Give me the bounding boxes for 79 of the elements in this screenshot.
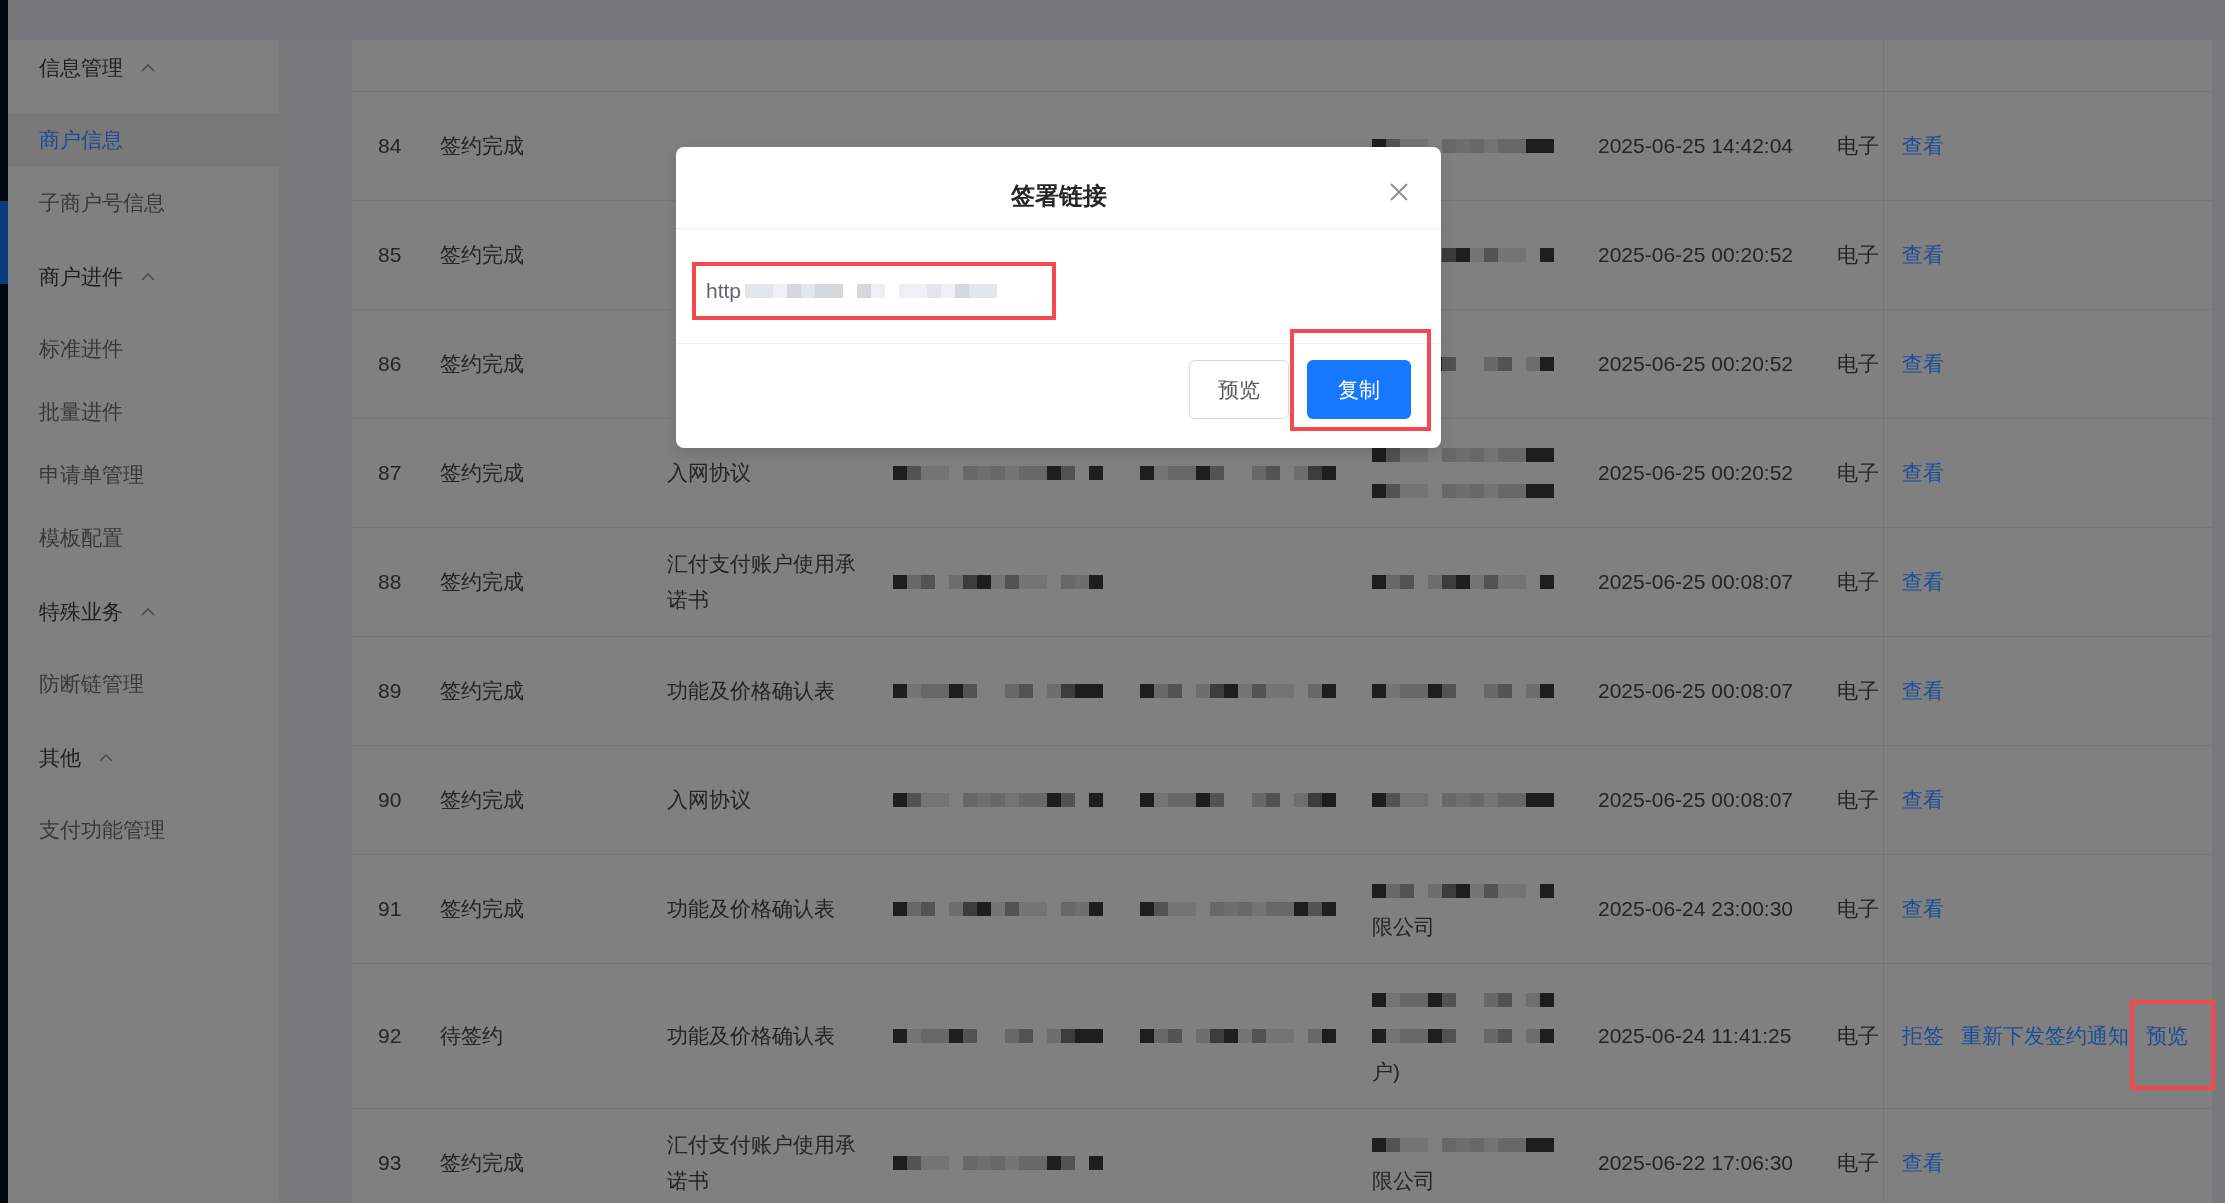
menu-group[interactable]: 商户进件 xyxy=(8,251,279,303)
row-number: 84 xyxy=(378,133,402,159)
status-text: 签约完成 xyxy=(440,787,524,813)
menu-group[interactable]: 特殊业务 xyxy=(8,586,279,638)
document-name: 功能及价格确认表 xyxy=(667,896,836,922)
action-link[interactable]: 查看 xyxy=(1902,1145,1944,1181)
timestamp: 2025-06-25 00:20:52 xyxy=(1598,460,1793,486)
menu-item[interactable]: 防断链管理 xyxy=(8,658,279,710)
status-text: 签约完成 xyxy=(440,133,524,159)
menu-item[interactable]: 申请单管理 xyxy=(8,449,279,501)
action-link[interactable]: 查看 xyxy=(1902,455,1944,491)
type-text: 电子 xyxy=(1837,242,1879,268)
link-input-field[interactable]: http xyxy=(692,262,1056,320)
timestamp: 2025-06-25 00:08:07 xyxy=(1598,787,1793,813)
action-link[interactable]: 查看 xyxy=(1902,782,1944,818)
document-name: 汇付支付账户使用承诺书 xyxy=(667,551,857,613)
type-text: 电子 xyxy=(1837,1023,1879,1049)
status-text: 签约完成 xyxy=(440,242,524,268)
type-text: 电子 xyxy=(1837,787,1879,813)
timestamp: 2025-06-25 00:20:52 xyxy=(1598,242,1793,268)
menu-item[interactable]: 商户信息 xyxy=(8,114,279,166)
action-link[interactable]: 预览 xyxy=(2146,1018,2188,1054)
type-text: 电子 xyxy=(1837,896,1879,922)
status-text: 待签约 xyxy=(440,1023,503,1049)
merchant-name: 限公司 xyxy=(1372,914,1435,940)
type-text: 电子 xyxy=(1837,133,1879,159)
status-text: 签约完成 xyxy=(440,351,524,377)
row-number: 90 xyxy=(378,787,402,813)
type-text: 电子 xyxy=(1837,678,1879,704)
type-text: 电子 xyxy=(1837,460,1879,486)
type-text: 电子 xyxy=(1837,569,1879,595)
menu-item[interactable]: 标准进件 xyxy=(8,323,279,375)
timestamp: 2025-06-25 00:08:07 xyxy=(1598,569,1793,595)
action-link[interactable]: 查看 xyxy=(1902,237,1944,273)
action-link[interactable]: 查看 xyxy=(1902,128,1944,164)
row-number: 85 xyxy=(378,242,402,268)
timestamp: 2025-06-25 14:42:04 xyxy=(1598,133,1793,159)
document-name: 汇付支付账户使用承诺书 xyxy=(667,1132,857,1194)
action-link[interactable]: 拒签 xyxy=(1902,1018,1944,1054)
merchant-name: 限公司 xyxy=(1372,1168,1435,1194)
row-number: 87 xyxy=(378,460,402,486)
timestamp: 2025-06-25 00:20:52 xyxy=(1598,351,1793,377)
close-icon[interactable] xyxy=(1390,183,1408,201)
timestamp: 2025-06-25 00:08:07 xyxy=(1598,678,1793,704)
timestamp: 2025-06-24 11:41:25 xyxy=(1598,1023,1792,1049)
action-link[interactable]: 查看 xyxy=(1902,346,1944,382)
document-name: 功能及价格确认表 xyxy=(667,678,836,704)
row-number: 91 xyxy=(378,896,402,922)
status-text: 签约完成 xyxy=(440,460,524,486)
type-text: 电子 xyxy=(1837,1150,1879,1176)
row-number: 89 xyxy=(378,678,402,704)
dialog-title: 签署链接 xyxy=(1010,181,1107,211)
status-text: 签约完成 xyxy=(440,1150,524,1176)
menu-group[interactable]: 其他 xyxy=(8,732,279,784)
timestamp: 2025-06-22 17:06:30 xyxy=(1598,1150,1793,1176)
primary-button[interactable]: 复制 xyxy=(1307,360,1411,419)
document-name: 入网协议 xyxy=(667,787,752,813)
status-text: 签约完成 xyxy=(440,896,524,922)
menu-item[interactable]: 支付功能管理 xyxy=(8,804,279,856)
row-number: 93 xyxy=(378,1150,402,1176)
timestamp: 2025-06-24 23:00:30 xyxy=(1598,896,1793,922)
row-number: 88 xyxy=(378,569,402,595)
secondary-button[interactable]: 预览 xyxy=(1189,360,1289,419)
menu-group[interactable]: 信息管理 xyxy=(8,42,279,94)
merchant-name: 户) xyxy=(1372,1059,1400,1085)
row-number: 92 xyxy=(378,1023,402,1049)
document-name: 功能及价格确认表 xyxy=(667,1023,836,1049)
type-text: 电子 xyxy=(1837,351,1879,377)
menu-item[interactable]: 子商户号信息 xyxy=(8,177,279,229)
action-link[interactable]: 查看 xyxy=(1902,891,1944,927)
menu-item[interactable]: 模板配置 xyxy=(8,512,279,564)
status-text: 签约完成 xyxy=(440,569,524,595)
action-link[interactable]: 查看 xyxy=(1902,564,1944,600)
menu-item[interactable]: 批量进件 xyxy=(8,386,279,438)
action-link[interactable]: 查看 xyxy=(1902,673,1944,709)
action-link[interactable]: 重新下发签约通知 xyxy=(1961,1018,2129,1054)
document-name: 入网协议 xyxy=(667,460,752,486)
status-text: 签约完成 xyxy=(440,678,524,704)
row-number: 86 xyxy=(378,351,402,377)
